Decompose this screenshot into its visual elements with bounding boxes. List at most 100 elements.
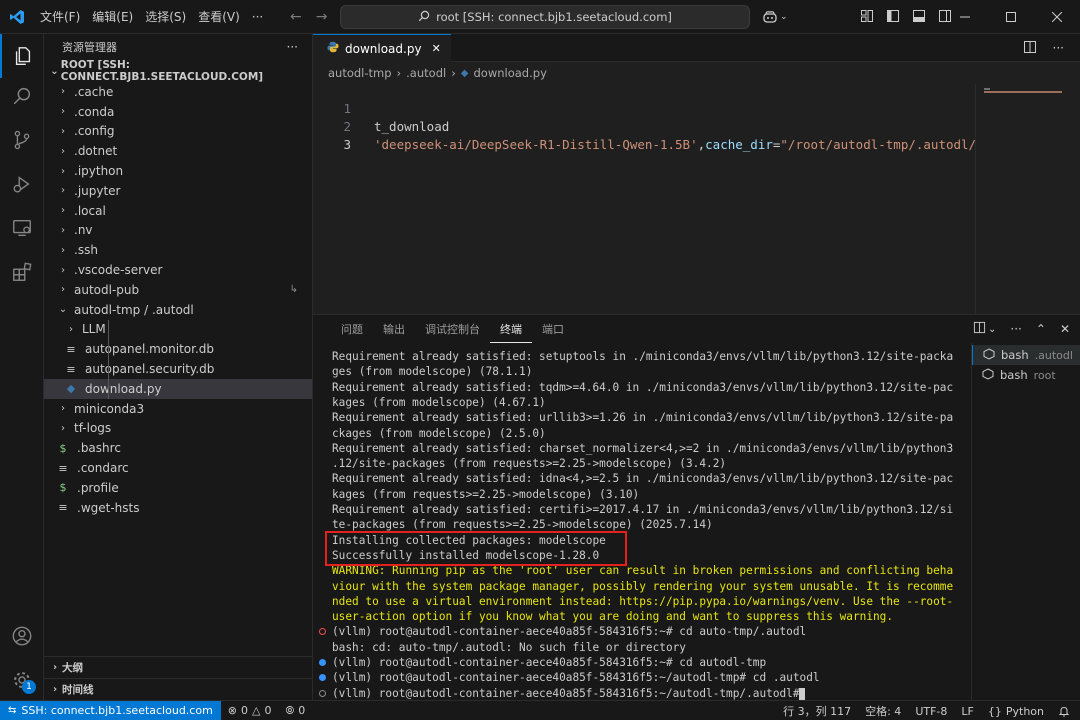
tree-item[interactable]: › LLM <box>44 319 312 340</box>
tree-item[interactable]: ≡ autopanel.monitor.db <box>44 339 312 360</box>
tree-item[interactable]: $ .bashrc <box>44 438 312 458</box>
timeline-section[interactable]: › 时间线 <box>44 678 313 700</box>
tree-item[interactable]: ≡ .wget-hsts <box>44 498 312 518</box>
tree-item[interactable]: › .nv <box>44 221 312 241</box>
panel-more-actions[interactable]: ··· <box>1010 322 1021 336</box>
menu-edit[interactable]: 编辑(E) <box>86 0 139 34</box>
tree-item[interactable]: › autodl-pub ↳ <box>44 280 312 300</box>
extensions-icon[interactable] <box>0 250 44 294</box>
timeline-label: 时间线 <box>62 684 94 696</box>
tab-debug-console[interactable]: 调试控制台 <box>415 315 490 343</box>
maximize-panel-icon[interactable]: ⌃ <box>1036 322 1046 336</box>
back-arrow-icon[interactable]: ← <box>290 9 302 25</box>
toggle-panel-icon[interactable] <box>912 9 926 26</box>
file-tree: › .cache › .conda › .config › .dotnet › .ipython ›… <box>44 82 312 518</box>
terminal-item-bash-autodl[interactable]: bash .autodl <box>972 345 1080 365</box>
tree-item[interactable]: › .conda <box>44 102 312 122</box>
remote-indicator[interactable]: ⇆ SSH: connect.bjb1.seetacloud.com <box>0 700 221 720</box>
terminal-line: Requirement already satisfied: urllib3>=… <box>332 411 954 425</box>
minimize-button[interactable] <box>942 0 988 34</box>
tree-item[interactable]: › miniconda3 <box>44 399 312 419</box>
encoding[interactable]: UTF-8 <box>908 705 954 718</box>
command-center-search[interactable]: root [SSH: connect.bjb1.seetacloud.com] <box>340 5 750 29</box>
tab-download-py[interactable]: download.py ✕ <box>313 34 451 62</box>
outline-section[interactable]: › 大纲 <box>44 656 313 678</box>
code-editor[interactable]: 1 2 t_download 3 'deepseek-ai/DeepSeek-R… <box>313 84 1021 314</box>
minimap[interactable] <box>975 84 1080 314</box>
tree-item[interactable]: › tf-logs <box>44 419 312 439</box>
tree-item[interactable]: ≡ autopanel.security.db <box>44 359 312 379</box>
terminal-name: bash <box>1000 368 1028 382</box>
tree-item-label: .config <box>74 124 115 139</box>
split-terminal-icon[interactable] <box>973 321 986 337</box>
ports-count: 0 <box>298 704 306 717</box>
close-panel-icon[interactable]: ✕ <box>1060 322 1070 336</box>
split-editor-icon[interactable] <box>1023 40 1037 57</box>
cursor-position[interactable]: 行 3，列 117 <box>776 703 858 719</box>
copilot-icon[interactable]: ⌄ <box>762 10 788 24</box>
terminal-item-bash-root[interactable]: bash root <box>972 365 1080 385</box>
menu-file[interactable]: 文件(F) <box>34 0 86 34</box>
symlink-icon: ↳ <box>289 284 298 296</box>
run-debug-icon[interactable] <box>0 162 44 206</box>
sidebar-more-actions[interactable]: ··· <box>287 40 298 54</box>
language-mode[interactable]: {} Python <box>981 705 1051 718</box>
ports-indicator[interactable]: ⦾ 0 <box>278 704 312 718</box>
tree-item[interactable]: › .vscode-server <box>44 260 312 280</box>
terminal-options-chevron-icon[interactable]: ⌄ <box>988 324 996 335</box>
tree-item[interactable]: › .local <box>44 201 312 221</box>
tree-item[interactable]: ≡ .condarc <box>44 458 312 478</box>
tree-item[interactable]: › .cache <box>44 82 312 102</box>
explorer-root-folder[interactable]: ⌄ ROOT [SSH: CONNECT.BJB1.SEETACLOUD.COM… <box>44 59 312 83</box>
explorer-icon[interactable] <box>0 34 44 78</box>
breadcrumb-item[interactable]: download.py <box>474 66 547 80</box>
notifications-bell-icon[interactable] <box>1051 705 1080 717</box>
accounts-icon[interactable] <box>0 614 44 658</box>
title-bar: 文件(F) 编辑(E) 选择(S) 查看(V) ··· ← → root [SS… <box>0 0 1080 34</box>
tab-problems[interactable]: 问题 <box>331 315 373 343</box>
editor-more-actions[interactable]: ··· <box>1053 41 1064 55</box>
menu-selection[interactable]: 选择(S) <box>139 0 192 34</box>
breadcrumb-item[interactable]: .autodl <box>406 66 446 80</box>
tab-output[interactable]: 输出 <box>373 315 415 343</box>
tree-item-label: .ssh <box>74 243 98 258</box>
tab-ports[interactable]: 端口 <box>532 315 574 343</box>
search-sidebar-icon[interactable] <box>0 74 44 118</box>
manage-gear-icon[interactable]: 1 <box>0 658 44 702</box>
tree-item[interactable]: › .ssh <box>44 240 312 260</box>
indentation[interactable]: 空格: 4 <box>858 703 908 719</box>
tree-item[interactable]: › .dotnet <box>44 141 312 161</box>
tab-terminal[interactable]: 终端 <box>490 315 532 343</box>
indent-guide <box>108 339 109 360</box>
tree-item[interactable]: ◆ download.py <box>44 378 312 399</box>
menu-bar: 文件(F) 编辑(E) 选择(S) 查看(V) ··· <box>34 0 269 34</box>
tree-item[interactable]: › .ipython <box>44 161 312 181</box>
tree-item[interactable]: ⌄ autodl-tmp / .autodl <box>44 300 312 320</box>
menu-view[interactable]: 查看(V) <box>192 0 246 34</box>
terminal-output[interactable]: Requirement already satisfied: setuptool… <box>313 349 971 701</box>
tab-close-icon[interactable]: ✕ <box>432 42 441 55</box>
toggle-primary-sidebar-icon[interactable] <box>886 9 900 26</box>
tree-item-label: autopanel.monitor.db <box>85 342 215 357</box>
tree-item-label: autopanel.security.db <box>85 362 215 377</box>
forward-arrow-icon[interactable]: → <box>316 9 328 25</box>
terminal-line: .12/site-packages (from requests>=2.25->… <box>332 457 727 471</box>
tree-item[interactable]: › .jupyter <box>44 181 312 201</box>
breadcrumb-item[interactable]: autodl-tmp <box>328 66 392 80</box>
close-window-button[interactable] <box>1034 0 1080 34</box>
tree-item[interactable]: $ .profile <box>44 478 312 498</box>
maximize-button[interactable] <box>988 0 1034 34</box>
line-number: 3 <box>343 136 351 152</box>
problems-indicator[interactable]: ⊗ 0 △ 0 <box>221 704 279 717</box>
terminal-cursor <box>799 687 805 700</box>
end-of-line[interactable]: LF <box>954 705 980 718</box>
sidebar-header: 资源管理器 ··· <box>44 34 312 60</box>
remote-explorer-icon[interactable] <box>0 206 44 250</box>
tree-item[interactable]: › .config <box>44 122 312 142</box>
chevron-right-icon: › <box>61 86 65 98</box>
customize-layout-icon[interactable] <box>860 9 874 26</box>
terminal-line: ges (from modelscope) (78.1.1) <box>332 365 533 379</box>
menu-more[interactable]: ··· <box>246 0 269 34</box>
shell-file-icon: $ <box>59 481 67 495</box>
source-control-icon[interactable] <box>0 118 44 162</box>
